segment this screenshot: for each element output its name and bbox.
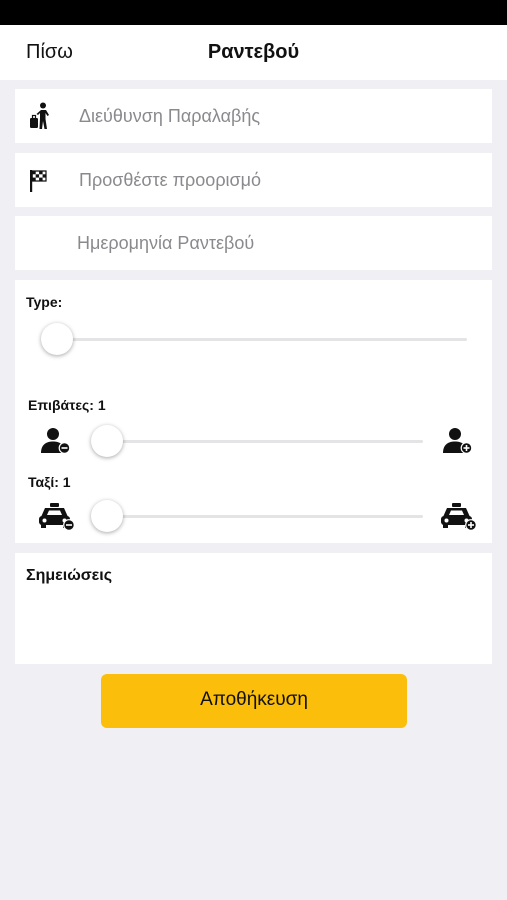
type-slider-thumb[interactable] bbox=[41, 323, 73, 355]
destination-placeholder: Προσθέστε προορισμό bbox=[79, 170, 262, 190]
notes-field[interactable]: Σημειώσεις bbox=[15, 553, 492, 664]
notes-label: Σημειώσεις bbox=[26, 567, 113, 584]
page-title: Ραντεβού bbox=[207, 41, 300, 63]
pedestrian-luggage-icon bbox=[30, 102, 49, 129]
taxi-minus-icon[interactable] bbox=[37, 501, 77, 531]
passengers-label: Επιβάτες: 1 bbox=[28, 397, 106, 413]
type-slider-track[interactable] bbox=[55, 338, 467, 341]
pickup-address-field[interactable]: Διεύθυνση Παραλαβής bbox=[15, 89, 492, 143]
destination-field[interactable]: Προσθέστε προορισμό bbox=[15, 153, 492, 207]
pickup-address-placeholder: Διεύθυνση Παραλαβής bbox=[79, 106, 261, 126]
save-button-label: Αποθήκευση bbox=[200, 689, 308, 710]
person-minus-icon[interactable] bbox=[40, 427, 72, 455]
save-button[interactable]: Αποθήκευση bbox=[101, 674, 407, 728]
checkered-flag-icon bbox=[30, 170, 47, 192]
taxis-slider-track[interactable] bbox=[107, 515, 423, 518]
status-bar bbox=[0, 0, 507, 25]
type-label: Type: bbox=[26, 294, 63, 310]
appointment-date-field[interactable]: Ημερομηνία Ραντεβού bbox=[15, 216, 492, 270]
taxis-label: Ταξί: 1 bbox=[28, 474, 71, 490]
taxi-plus-icon[interactable] bbox=[439, 501, 479, 531]
options-panel: Type: Επιβάτες: 1 Ταξί: 1 bbox=[15, 280, 492, 543]
appointment-date-placeholder: Ημερομηνία Ραντεβού bbox=[77, 233, 255, 253]
taxis-slider-thumb[interactable] bbox=[91, 500, 123, 532]
nav-bar: Πίσω Ραντεβού bbox=[0, 25, 507, 80]
passengers-slider-thumb[interactable] bbox=[91, 425, 123, 457]
passengers-slider-track[interactable] bbox=[107, 440, 423, 443]
person-plus-icon[interactable] bbox=[442, 427, 474, 455]
